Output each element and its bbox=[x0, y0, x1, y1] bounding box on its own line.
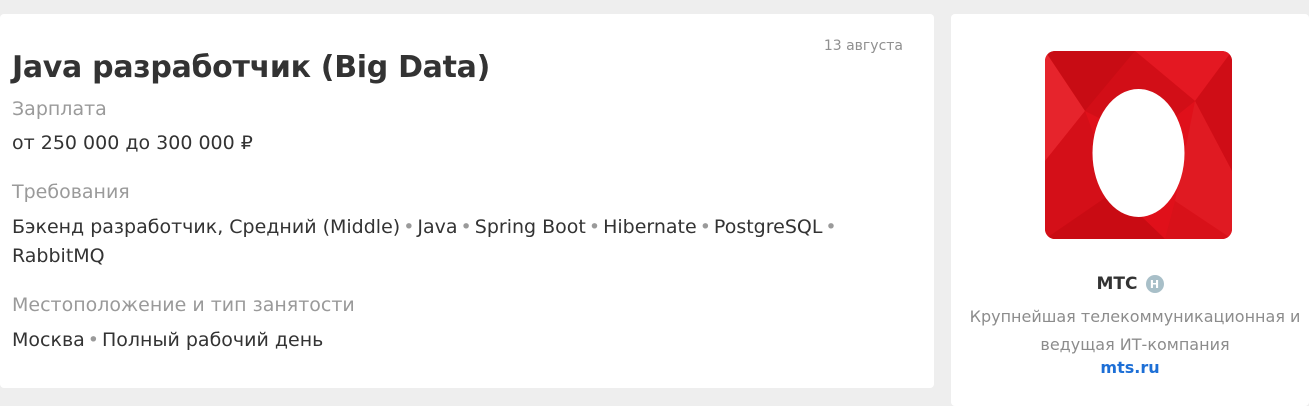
location-label: Местоположение и тип занятости bbox=[12, 294, 355, 316]
vacancy-card[interactable]: Java разработчик (Big Data) 13 августа З… bbox=[0, 14, 934, 388]
requirements-label: Требования bbox=[12, 181, 130, 203]
salary-label: Зарплата bbox=[12, 98, 107, 120]
company-website-link[interactable]: mts.ru bbox=[951, 358, 1309, 377]
company-name-row: МТС H bbox=[951, 274, 1309, 294]
requirement-tag[interactable]: Java bbox=[417, 216, 457, 238]
separator-dot: • bbox=[699, 216, 711, 238]
company-card: МТС H Крупнейшая телекоммуникационная и … bbox=[951, 14, 1309, 406]
location-city[interactable]: Москва bbox=[12, 329, 85, 351]
requirement-tag[interactable]: Hibernate bbox=[603, 216, 697, 238]
vacancy-title[interactable]: Java разработчик (Big Data) bbox=[12, 50, 490, 85]
salary-value: от 250 000 до 300 000 ₽ bbox=[12, 132, 253, 154]
separator-dot: • bbox=[588, 216, 601, 238]
employment-type[interactable]: Полный рабочий день bbox=[102, 329, 323, 351]
company-name[interactable]: МТС bbox=[1097, 274, 1138, 294]
separator-dot: • bbox=[460, 216, 472, 238]
separator-dot: • bbox=[825, 216, 837, 238]
separator-dot: • bbox=[87, 329, 99, 351]
separator-dot: • bbox=[403, 216, 415, 238]
requirement-tag[interactable]: Spring Boot bbox=[475, 216, 586, 238]
mts-egg-logo-icon[interactable] bbox=[1045, 51, 1232, 239]
requirement-tag[interactable]: RabbitMQ bbox=[12, 245, 105, 267]
vacancy-date: 13 августа bbox=[823, 38, 903, 54]
company-description: Крупнейшая телекоммуникационная и ведуща… bbox=[969, 307, 1301, 354]
requirement-tag[interactable]: Бэкенд разработчик, Средний (Middle) bbox=[12, 216, 400, 238]
requirement-tag[interactable]: PostgreSQL bbox=[714, 216, 823, 238]
requirements-list: Бэкенд разработчик, Средний (Middle) • Jav… bbox=[12, 213, 892, 271]
page: Java разработчик (Big Data) 13 августа З… bbox=[0, 0, 1309, 406]
verified-badge-icon: H bbox=[1145, 275, 1164, 293]
location-list: Москва • Полный рабочий день bbox=[12, 326, 323, 355]
